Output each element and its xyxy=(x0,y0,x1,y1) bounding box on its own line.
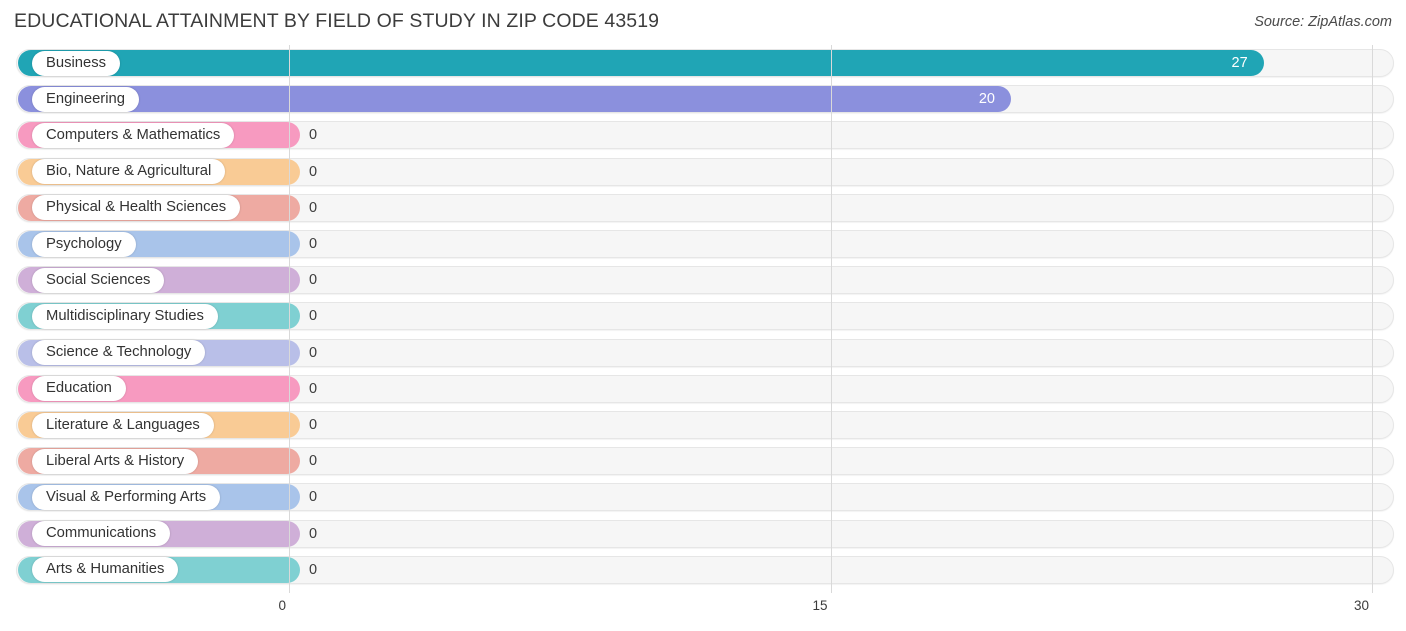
bar-category-label: Computers & Mathematics xyxy=(32,122,235,148)
bar-value-label: 0 xyxy=(309,308,318,325)
source-attribution: Source: ZipAtlas.com xyxy=(1254,14,1392,30)
page-title: EDUCATIONAL ATTAINMENT BY FIELD OF STUDY… xyxy=(14,10,660,32)
bar-row[interactable]: Social Sciences 0 xyxy=(0,262,1406,298)
bar[interactable] xyxy=(18,50,1264,76)
x-axis: 0 15 30 xyxy=(0,593,1406,631)
gridline-30 xyxy=(1372,45,1373,593)
bar-value-label: 27 xyxy=(1231,55,1248,71)
bar-category-label: Psychology xyxy=(32,231,136,257)
bar-value-label: 0 xyxy=(309,344,318,361)
bar-value-label: 0 xyxy=(309,417,318,433)
chart-header: EDUCATIONAL ATTAINMENT BY FIELD OF STUDY… xyxy=(0,0,1406,45)
bar-row[interactable]: Engineering 20 xyxy=(0,81,1406,117)
bar[interactable] xyxy=(18,86,1011,113)
bar-row[interactable]: Bio, Nature & Agricultural 0 xyxy=(0,154,1406,190)
bar-row[interactable]: Liberal Arts & History 0 xyxy=(0,443,1406,479)
bar-row[interactable]: Business 27 xyxy=(0,45,1406,81)
bar-category-label: Social Sciences xyxy=(32,267,165,293)
gridline-0 xyxy=(289,45,290,593)
gridline-15 xyxy=(830,45,832,593)
bar-category-label: Bio, Nature & Agricultural xyxy=(32,159,226,185)
bar-value-label: 0 xyxy=(309,489,318,506)
bar-row[interactable]: Communications 0 xyxy=(0,516,1406,552)
bar-category-label: Liberal Arts & History xyxy=(32,448,199,474)
bar-category-label: Literature & Languages xyxy=(32,412,214,438)
bar-row[interactable]: Literature & Languages 0 xyxy=(0,407,1406,443)
bar-value-label: 0 xyxy=(309,380,318,397)
bar-row[interactable]: Arts & Humanities 0 xyxy=(0,552,1406,588)
bar-category-label: Multidisciplinary Studies xyxy=(32,303,218,329)
bar-category-label: Engineering xyxy=(32,86,139,112)
bar-category-label: Communications xyxy=(32,521,171,547)
bar-value-label: 0 xyxy=(309,127,318,144)
bar-value-label: 0 xyxy=(309,453,318,470)
bar-row[interactable]: Physical & Health Sciences 0 xyxy=(0,190,1406,226)
bar-value-label: 0 xyxy=(309,199,318,216)
bar-row[interactable]: Multidisciplinary Studies 0 xyxy=(0,298,1406,334)
bar-category-label: Arts & Humanities xyxy=(32,557,179,583)
bar-value-label: 0 xyxy=(309,525,318,542)
bar-row[interactable]: Visual & Performing Arts 0 xyxy=(0,479,1406,515)
bar-row[interactable]: Science & Technology 0 xyxy=(0,335,1406,371)
bar-category-label: Business xyxy=(32,50,121,76)
bar-value-label: 0 xyxy=(309,561,318,578)
bar-row[interactable]: Education 0 xyxy=(0,371,1406,407)
bar-category-label: Science & Technology xyxy=(32,340,206,366)
x-tick-label: 30 xyxy=(1353,598,1369,613)
bar-row[interactable]: Computers & Mathematics 0 xyxy=(0,117,1406,153)
bar-category-label: Physical & Health Sciences xyxy=(32,195,241,221)
bar-row[interactable]: Psychology 0 xyxy=(0,226,1406,262)
chart-plot-area: Business 27 Engineering 20 Computers & Mathe… xyxy=(0,45,1406,593)
bar-value-label: 20 xyxy=(978,91,995,108)
x-tick-label: 15 xyxy=(812,598,828,613)
bar-category-label: Visual & Performing Arts xyxy=(32,484,221,510)
bar-value-label: 0 xyxy=(309,272,318,289)
bar-rows-container: Business 27 Engineering 20 Computers & Mathe… xyxy=(0,45,1406,593)
bar-value-label: 0 xyxy=(309,163,318,180)
bar-value-label: 0 xyxy=(309,236,318,252)
x-tick-label: 0 xyxy=(278,598,286,613)
bar-category-label: Education xyxy=(32,376,126,402)
